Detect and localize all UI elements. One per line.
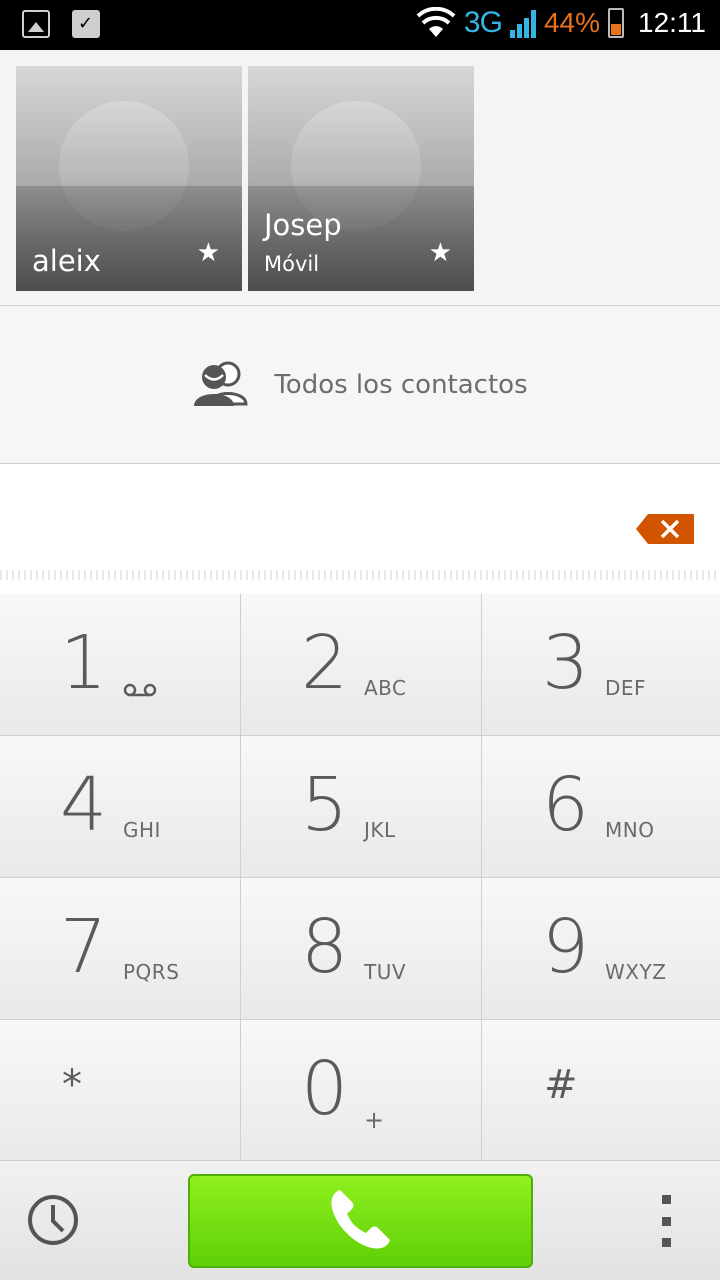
key-3[interactable]: 3 DEF — [482, 594, 720, 735]
key-9[interactable]: 9 WXYZ — [482, 878, 720, 1019]
all-contacts-label: Todos los contactos — [274, 369, 528, 400]
key-hash[interactable]: # — [482, 1020, 720, 1163]
favorite-name: aleix — [32, 244, 101, 278]
favorites-strip: aleix ★ Josep Móvil ★ — [0, 50, 720, 306]
battery-percent: 44% — [543, 7, 600, 38]
call-button[interactable] — [188, 1174, 533, 1268]
favorite-contact-card[interactable]: Josep Móvil ★ — [248, 66, 474, 291]
key-0[interactable]: 0 + — [241, 1020, 481, 1163]
image-icon — [22, 10, 50, 38]
key-1[interactable]: 1 — [0, 594, 240, 735]
clock: 12:11 — [638, 7, 706, 38]
key-7[interactable]: 7 PQRS — [0, 878, 240, 1019]
contacts-group-icon — [192, 360, 250, 410]
call-history-clock-icon[interactable] — [26, 1193, 80, 1247]
shopping-bag-check-icon — [72, 10, 100, 38]
battery-icon — [608, 8, 624, 38]
favorite-contact-card[interactable]: aleix ★ — [16, 66, 242, 291]
wifi-icon — [416, 7, 456, 39]
favorite-number-type: Móvil — [264, 252, 320, 276]
key-6[interactable]: 6 MNO — [482, 736, 720, 877]
key-star[interactable]: * — [0, 1020, 240, 1163]
key-8[interactable]: 8 TUV — [241, 878, 481, 1019]
dialpad: 1 2 ABC 3 DEF 4 GHI 5 JKL 6 MNO 7 PQRS 8… — [0, 594, 720, 1163]
digits-area — [0, 464, 720, 594]
voicemail-icon — [123, 682, 157, 701]
favorite-name: Josep — [264, 208, 342, 242]
status-bar: 3G 44% 12:11 — [0, 0, 720, 50]
overflow-menu-icon[interactable] — [658, 1195, 674, 1247]
network-type: 3G — [463, 6, 503, 39]
digits-input[interactable] — [20, 494, 620, 564]
star-icon[interactable]: ★ — [429, 238, 452, 268]
star-icon[interactable]: ★ — [197, 238, 220, 268]
backspace-icon[interactable] — [636, 514, 694, 544]
signal-icon — [509, 8, 536, 38]
key-4[interactable]: 4 GHI — [0, 736, 240, 877]
phone-icon — [326, 1184, 396, 1258]
all-contacts-button[interactable]: Todos los contactos — [0, 306, 720, 464]
bottom-action-bar — [0, 1160, 720, 1280]
key-2[interactable]: 2 ABC — [241, 594, 481, 735]
key-5[interactable]: 5 JKL — [241, 736, 481, 877]
